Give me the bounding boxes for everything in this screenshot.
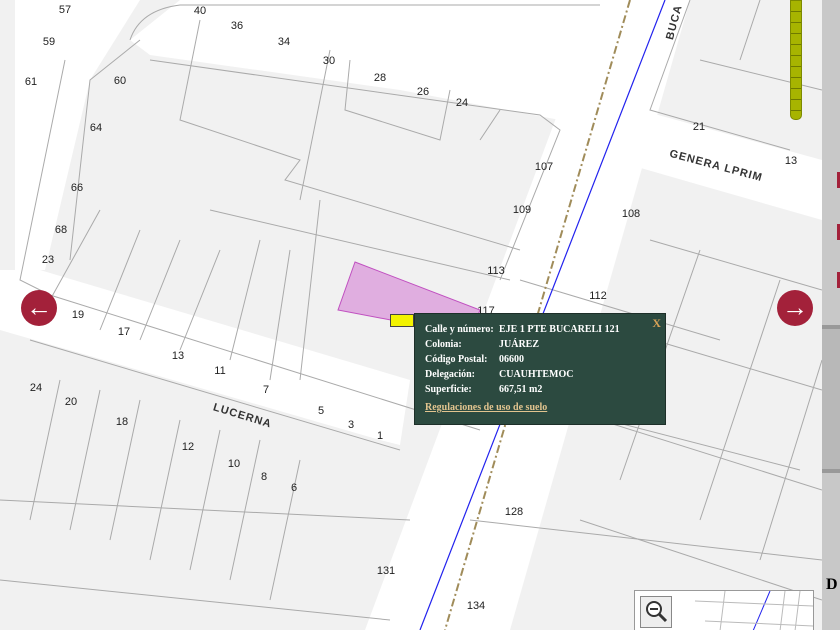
lot-number: 107 xyxy=(534,161,554,173)
popup-label: Código Postal: xyxy=(425,354,488,365)
map-view[interactable]: 57 40 36 34 30 28 26 24 59 61 60 64 66 68 23 19 17 13 11 7 5… xyxy=(0,0,822,630)
lot-number: 30 xyxy=(322,55,336,67)
lot-number: 128 xyxy=(504,506,524,518)
popup-label: Colonia: xyxy=(425,339,462,350)
lot-number: 5 xyxy=(317,405,325,417)
lot-number: 7 xyxy=(262,384,270,396)
lot-number: 68 xyxy=(54,224,68,236)
location-marker[interactable] xyxy=(390,314,414,327)
lot-number: 12 xyxy=(181,441,195,453)
magnifier-icon xyxy=(646,601,668,623)
lot-number: 57 xyxy=(58,4,72,16)
lot-number: 26 xyxy=(416,86,430,98)
side-panel: D xyxy=(822,0,840,630)
street-top xyxy=(130,0,600,120)
popup-row: Delegación: CUAUHTEMOC xyxy=(425,369,573,380)
lot-number: 21 xyxy=(692,121,706,133)
popup-row: Código Postal: 06600 xyxy=(425,354,524,365)
lot-number: 1 xyxy=(376,430,384,442)
popup-row: Superficie: 667,51 m2 xyxy=(425,384,542,395)
popup-value: 06600 xyxy=(499,354,524,365)
lot-number: 64 xyxy=(89,122,103,134)
lot-number: 18 xyxy=(115,416,129,428)
lot-number: 10 xyxy=(227,458,241,470)
lot-number: 20 xyxy=(64,396,78,408)
popup-row: Colonia: JUÁREZ xyxy=(425,339,539,350)
street-left xyxy=(15,0,140,270)
lot-number: 3 xyxy=(347,419,355,431)
lot-number: 34 xyxy=(277,36,291,48)
lot-number: 24 xyxy=(29,382,43,394)
lot-number: 112 xyxy=(589,290,607,302)
lot-number: 36 xyxy=(230,20,244,32)
popup-value: 667,51 m2 xyxy=(499,384,543,395)
pan-left-button[interactable]: ← xyxy=(21,290,57,326)
lot-number: 13 xyxy=(171,350,185,362)
lot-number: 19 xyxy=(71,309,85,321)
popup-value: JUÁREZ xyxy=(499,339,540,350)
arrow-left-icon: ← xyxy=(26,292,52,322)
popup-value: EJE 1 PTE BUCARELI 121 xyxy=(499,324,620,335)
lot-number: 13 xyxy=(784,155,798,167)
lot-number: 109 xyxy=(512,204,532,216)
popup-label: Superficie: xyxy=(425,384,472,395)
lot-number: 8 xyxy=(260,471,268,483)
side-section xyxy=(822,325,840,473)
lot-number: 66 xyxy=(70,182,84,194)
arrow-right-icon: → xyxy=(782,292,808,322)
pan-right-button[interactable]: → xyxy=(777,290,813,326)
popup-value: CUAUHTEMOC xyxy=(499,369,574,380)
lot-number: 59 xyxy=(42,36,56,48)
parcel-info-popup: X Calle y número: EJE 1 PTE BUCARELI 121 C… xyxy=(414,313,666,425)
lot-number: 61 xyxy=(24,76,38,88)
zoom-overview-button[interactable] xyxy=(640,596,672,628)
lot-number: 131 xyxy=(376,565,396,577)
lot-number: 40 xyxy=(193,5,207,17)
lot-number: 28 xyxy=(373,72,387,84)
lot-number: 60 xyxy=(113,75,127,87)
lot-number: 11 xyxy=(214,365,226,377)
zoom-slider[interactable] xyxy=(790,0,802,120)
land-use-regulations-link[interactable]: Regulaciones de uso de suelo xyxy=(425,402,547,413)
side-text: D xyxy=(826,576,838,593)
popup-label: Delegación: xyxy=(425,369,475,380)
lot-number: 24 xyxy=(455,97,469,109)
lot-number: 17 xyxy=(117,326,131,338)
popup-row: Calle y número: EJE 1 PTE BUCARELI 121 xyxy=(425,324,620,335)
close-popup-button[interactable]: X xyxy=(652,316,661,331)
popup-label: Calle y número: xyxy=(425,324,494,335)
lot-number: 23 xyxy=(41,254,55,266)
lot-number: 134 xyxy=(466,600,486,612)
lot-number: 113 xyxy=(487,265,505,277)
lot-number: 6 xyxy=(290,482,298,494)
lot-number: 108 xyxy=(621,208,641,220)
